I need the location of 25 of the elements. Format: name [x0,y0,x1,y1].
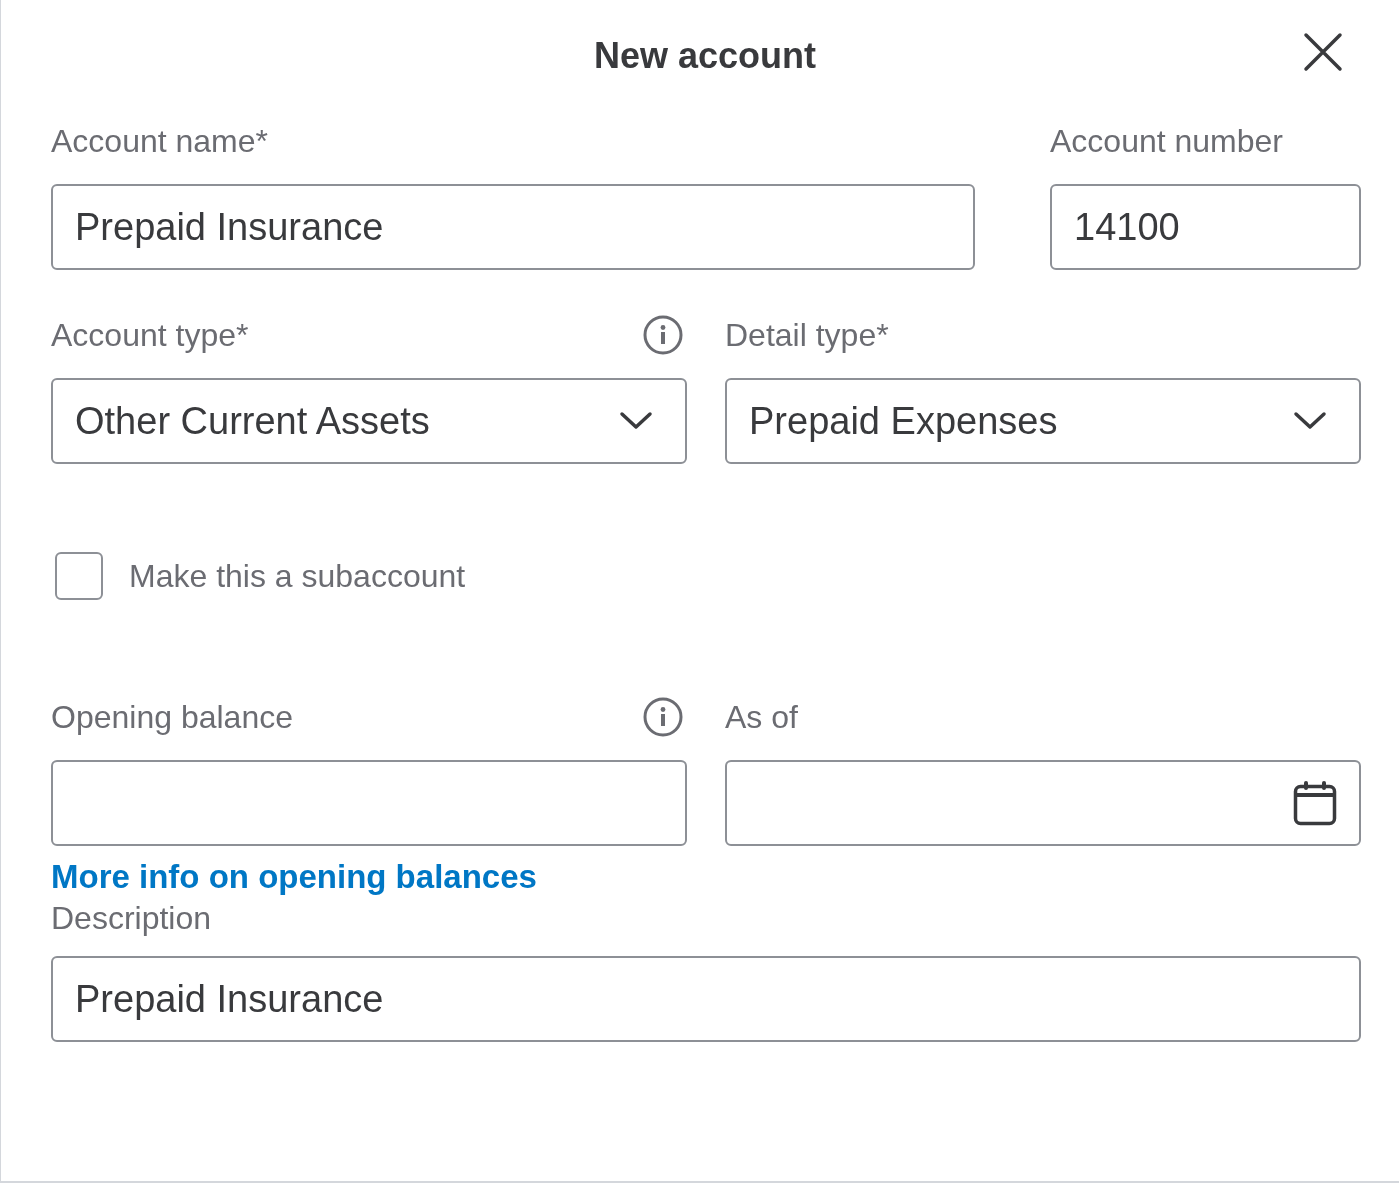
field-label: Account type* [51,316,249,354]
calendar-icon [1293,780,1337,826]
description-field[interactable]: Prepaid Insurance [51,956,1361,1042]
info-icon [643,697,683,737]
account-name-field[interactable]: Prepaid Insurance [51,184,975,270]
info-icon [643,315,683,355]
account-type-dropdown[interactable]: Other Current Assets [51,378,687,464]
field-label: Opening balance [51,698,293,736]
field-label: Detail type* [725,316,889,354]
chevron-down-icon [619,410,653,432]
close-button[interactable] [1303,32,1343,72]
detail-type-dropdown[interactable]: Prepaid Expenses [725,378,1361,464]
close-icon [1303,32,1343,72]
field-label: As of [725,698,798,736]
checkbox[interactable] [55,552,103,600]
field-label: Description [51,899,212,937]
opening-balance-link[interactable]: More info on opening balances [51,858,537,896]
field-label: Account name* [51,122,268,160]
date-field[interactable] [725,760,1361,846]
checkbox-label: Make this a subaccount [129,557,466,595]
field-label: Account number [1050,122,1283,160]
chevron-down-icon [1293,410,1327,432]
opening-balance-field[interactable] [51,760,687,846]
account-number-field[interactable]: 14100 [1050,184,1361,270]
dialog-title: New account [593,35,816,77]
